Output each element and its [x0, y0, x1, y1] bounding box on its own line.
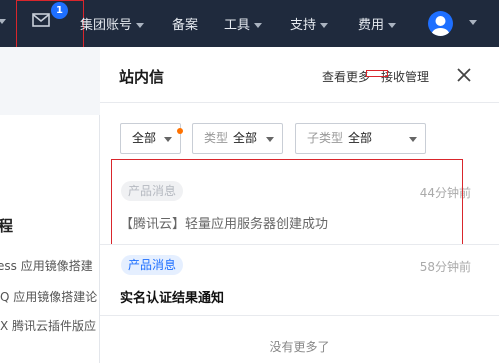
filter-type-select[interactable]: 类型 全部 [192, 123, 283, 154]
background-page: 程 ess 应用镜像搭建 Q 应用镜像搭建论 X 腾讯云插件版应 [0, 47, 100, 363]
chevron-down-icon[interactable] [469, 20, 477, 25]
filter-subtype-select[interactable]: 子类型 全部 [295, 123, 426, 154]
receive-management-link[interactable]: 接收管理 [381, 68, 429, 85]
chevron-down-icon [409, 137, 417, 142]
chevron-down-icon [164, 137, 172, 142]
message-title: 实名认证结果通知 [120, 291, 225, 306]
background-link[interactable]: X 腾讯云插件版应 [0, 317, 96, 334]
nav-item-tools[interactable]: 工具 [224, 14, 263, 33]
nav-item-support[interactable]: 支持 [290, 14, 329, 33]
filter-all-select[interactable]: 全部 [120, 123, 183, 154]
panel-title: 站内信 [119, 68, 165, 86]
unread-dot [177, 128, 183, 134]
view-more-link[interactable]: 查看更多 [322, 68, 370, 85]
chevron-down-icon [320, 23, 329, 28]
message-time: 58分钟前 [419, 260, 471, 274]
chevron-down-icon [266, 137, 274, 142]
close-icon[interactable] [457, 68, 471, 82]
background-link[interactable]: Q 应用镜像搭建论 [0, 288, 97, 305]
highlight-box [366, 70, 388, 77]
nav-item-group-account[interactable]: 集团账号 [80, 14, 145, 33]
message-panel: 站内信 查看更多 接收管理 全部 类型 全部 子类型 全部 产品消息 44分钟前 【… [100, 47, 499, 363]
message-tag: 产品消息 [121, 255, 184, 275]
background-link[interactable]: ess 应用镜像搭建 [0, 257, 93, 274]
user-avatar-icon[interactable] [428, 11, 453, 36]
message-highlight-box [111, 159, 463, 245]
nav-item-billing[interactable]: 费用 [358, 14, 397, 33]
nav-item-partial[interactable] [0, 14, 6, 29]
top-navbar: 1 集团账号 备案 工具 支持 费用 [0, 0, 499, 56]
nav-item-filing[interactable]: 备案 [172, 14, 198, 33]
message-item[interactable]: 产品消息 58分钟前 实名认证结果通知 [100, 245, 499, 315]
chevron-down-icon [254, 23, 263, 28]
background-heading: 程 [0, 217, 14, 235]
chevron-down-icon [388, 23, 397, 28]
chevron-down-icon [136, 23, 145, 28]
no-more-text: 没有更多了 [269, 340, 330, 354]
